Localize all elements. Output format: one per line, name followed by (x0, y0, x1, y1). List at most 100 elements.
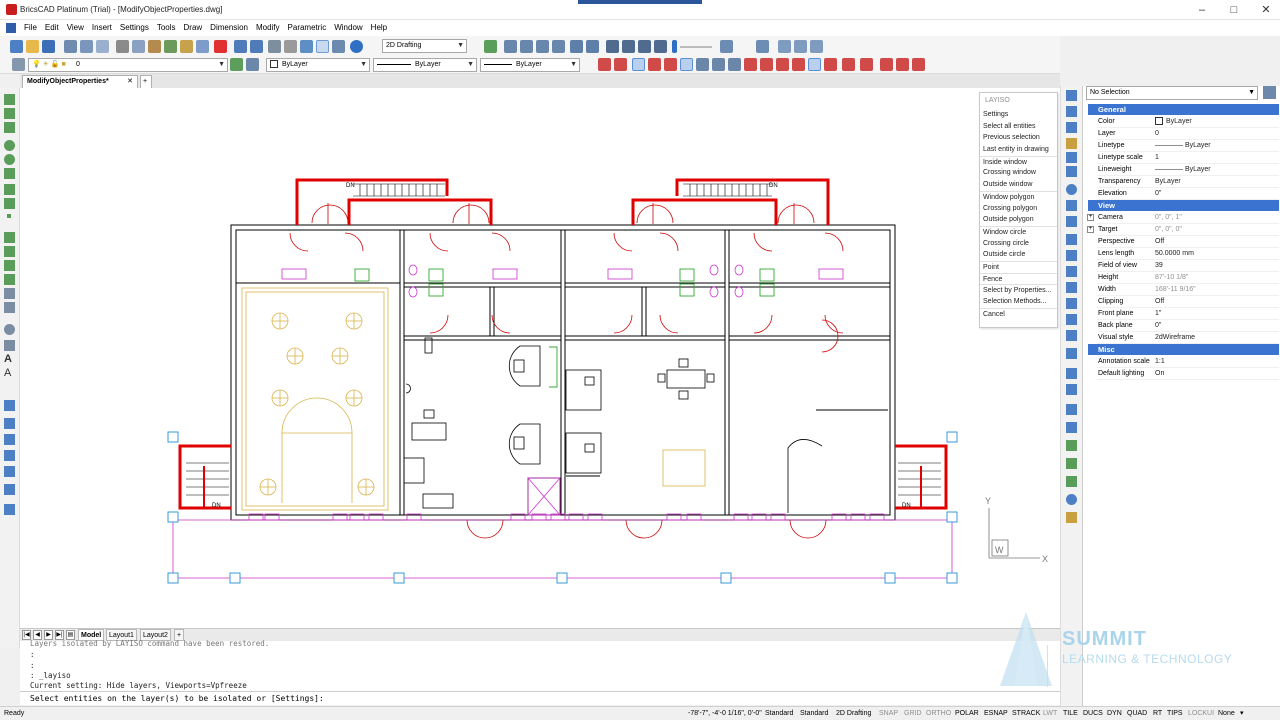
prop-row-linetype[interactable]: Linetype ———— ByLayer (1097, 140, 1279, 152)
edit-hatch-icon[interactable] (1066, 458, 1077, 469)
status-menu-arrow-icon[interactable]: ▾ (1240, 707, 1244, 720)
ctx-item-window-circle[interactable]: Window circle (980, 225, 1057, 238)
delete-icon[interactable] (214, 40, 227, 53)
prop-row-elevation[interactable]: Elevation 0" (1097, 188, 1279, 200)
status-lockui[interactable]: LOCKUI (1188, 707, 1214, 720)
grip[interactable] (946, 572, 958, 584)
grip[interactable] (167, 572, 179, 584)
status-ortho[interactable]: ORTHO (926, 707, 951, 720)
align-icon[interactable] (1066, 200, 1077, 211)
paint-icon[interactable] (1066, 138, 1077, 149)
close-window-button[interactable]: ✕ (1250, 2, 1280, 18)
zoom-previous-icon[interactable] (552, 40, 565, 53)
category-misc[interactable]: Misc (1088, 344, 1279, 355)
expand-target-icon[interactable]: + (1087, 226, 1094, 233)
settings-icon[interactable] (1066, 512, 1077, 523)
new-tab-button[interactable]: + (140, 75, 152, 88)
bricscad-app-icon[interactable] (6, 4, 17, 15)
circle-tool-icon[interactable] (4, 140, 15, 151)
table-tool-icon[interactable] (4, 340, 15, 351)
prop-row-height[interactable]: Height 87'-10 1/8" (1097, 272, 1279, 284)
measure-icon[interactable] (1066, 404, 1077, 415)
snap-toggle-icon[interactable] (632, 58, 645, 71)
status-esnap[interactable]: ESNAP (984, 707, 1008, 720)
grip[interactable] (946, 431, 958, 443)
pick-icon[interactable] (1066, 152, 1077, 163)
grip[interactable] (720, 572, 732, 584)
inquiry-icon[interactable] (1066, 494, 1077, 505)
linetype-select[interactable]: ByLayer ▼ (373, 58, 477, 72)
close-tab-icon[interactable]: ✕ (127, 76, 133, 87)
rotate-tool-icon[interactable] (4, 484, 15, 495)
snap-tangent-icon[interactable] (760, 58, 773, 71)
document-tab[interactable]: ModifyObjectProperties* ✕ (22, 75, 138, 88)
extend-icon[interactable] (1066, 314, 1077, 325)
status-strack[interactable]: STRACK (1012, 707, 1040, 720)
grip[interactable] (229, 572, 241, 584)
prop-row-transparency[interactable]: Transparency ByLayer (1097, 176, 1279, 188)
floor-plan[interactable]: DN DN DN DN Y X W (20, 88, 1060, 628)
snap-node-icon[interactable] (696, 58, 709, 71)
break-icon[interactable] (1066, 266, 1077, 277)
save-icon[interactable] (42, 40, 55, 53)
prop-row-default-lighting[interactable]: Default lighting On (1097, 368, 1279, 380)
ctx-item-selection-methods[interactable]: Selection Methods... (980, 296, 1057, 308)
edit-pline-icon[interactable] (1066, 440, 1077, 451)
status-annotation[interactable]: None (1218, 707, 1235, 720)
status-ducs[interactable]: DUCS (1083, 707, 1103, 720)
layer-select[interactable]: 💡 ☀ 🔓 ■ 0 ▼ (28, 58, 228, 72)
snap-center-icon[interactable] (680, 58, 693, 71)
prop-row-lens-length[interactable]: Lens length 50.0000 mm (1097, 248, 1279, 260)
new-file-icon[interactable] (10, 40, 23, 53)
ctx-item-settings[interactable]: Settings (980, 109, 1057, 121)
menu-settings[interactable]: Settings (116, 20, 153, 36)
wipeout-tool-icon[interactable] (4, 288, 15, 299)
grip[interactable] (556, 572, 568, 584)
ctx-item-outside-circle[interactable]: Outside circle (980, 249, 1057, 261)
snap-intersection-icon[interactable] (648, 58, 661, 71)
workspace-select[interactable]: 2D Drafting ▼ (382, 39, 467, 53)
viewports-icon[interactable] (720, 40, 733, 53)
zoom-extents-icon[interactable] (536, 40, 549, 53)
view-icon[interactable] (606, 40, 619, 53)
status-dim-style[interactable]: Standard (800, 707, 828, 720)
layout-icon-2[interactable] (794, 40, 807, 53)
polyline-tool-icon[interactable] (4, 108, 15, 119)
open-file-icon[interactable] (26, 40, 39, 53)
snap-extension-icon[interactable] (664, 58, 677, 71)
explode-icon[interactable] (1066, 384, 1077, 395)
explorer-icon[interactable] (332, 40, 345, 53)
zoom-out-icon[interactable] (520, 40, 533, 53)
walk-icon[interactable] (586, 40, 599, 53)
match-properties-icon[interactable] (164, 40, 177, 53)
prop-row-layer[interactable]: Layer 0 (1097, 128, 1279, 140)
snap-parallel-icon[interactable] (808, 58, 821, 71)
status-text-style[interactable]: Standard (765, 707, 793, 720)
prop-row-perspective[interactable]: Perspective Off (1097, 236, 1279, 248)
menu-dimension[interactable]: Dimension (206, 20, 252, 36)
orbit-icon[interactable] (570, 40, 583, 53)
pan-icon[interactable] (268, 40, 281, 53)
menu-tools[interactable]: Tools (153, 20, 180, 36)
prop-row-clipping[interactable]: Clipping Off (1097, 296, 1279, 308)
category-general[interactable]: General (1088, 104, 1279, 115)
rotate-icon[interactable] (1066, 122, 1077, 133)
make-current-icon[interactable] (230, 58, 243, 71)
array-tool-icon[interactable] (4, 450, 15, 461)
status-rt[interactable]: RT (1153, 707, 1162, 720)
snap-endpoint-icon[interactable] (598, 58, 611, 71)
layer-manager-icon[interactable] (12, 58, 25, 71)
prop-row-back-plane[interactable]: Back plane 0" (1097, 320, 1279, 332)
stretch-icon[interactable] (1066, 234, 1077, 245)
grip[interactable] (167, 511, 179, 523)
menu-insert[interactable]: Insert (88, 20, 116, 36)
slider-track[interactable] (680, 46, 712, 48)
print-icon[interactable] (64, 40, 77, 53)
render-icon[interactable] (638, 40, 651, 53)
ctx-item-crossing-window[interactable]: Crossing window (980, 167, 1057, 179)
page-setup-icon[interactable] (96, 40, 109, 53)
undo-icon[interactable] (234, 40, 247, 53)
copy-tool-icon[interactable] (4, 400, 15, 411)
scale-tool-icon[interactable] (4, 504, 15, 515)
ctx-item-crossing-polygon[interactable]: Crossing polygon (980, 203, 1057, 215)
